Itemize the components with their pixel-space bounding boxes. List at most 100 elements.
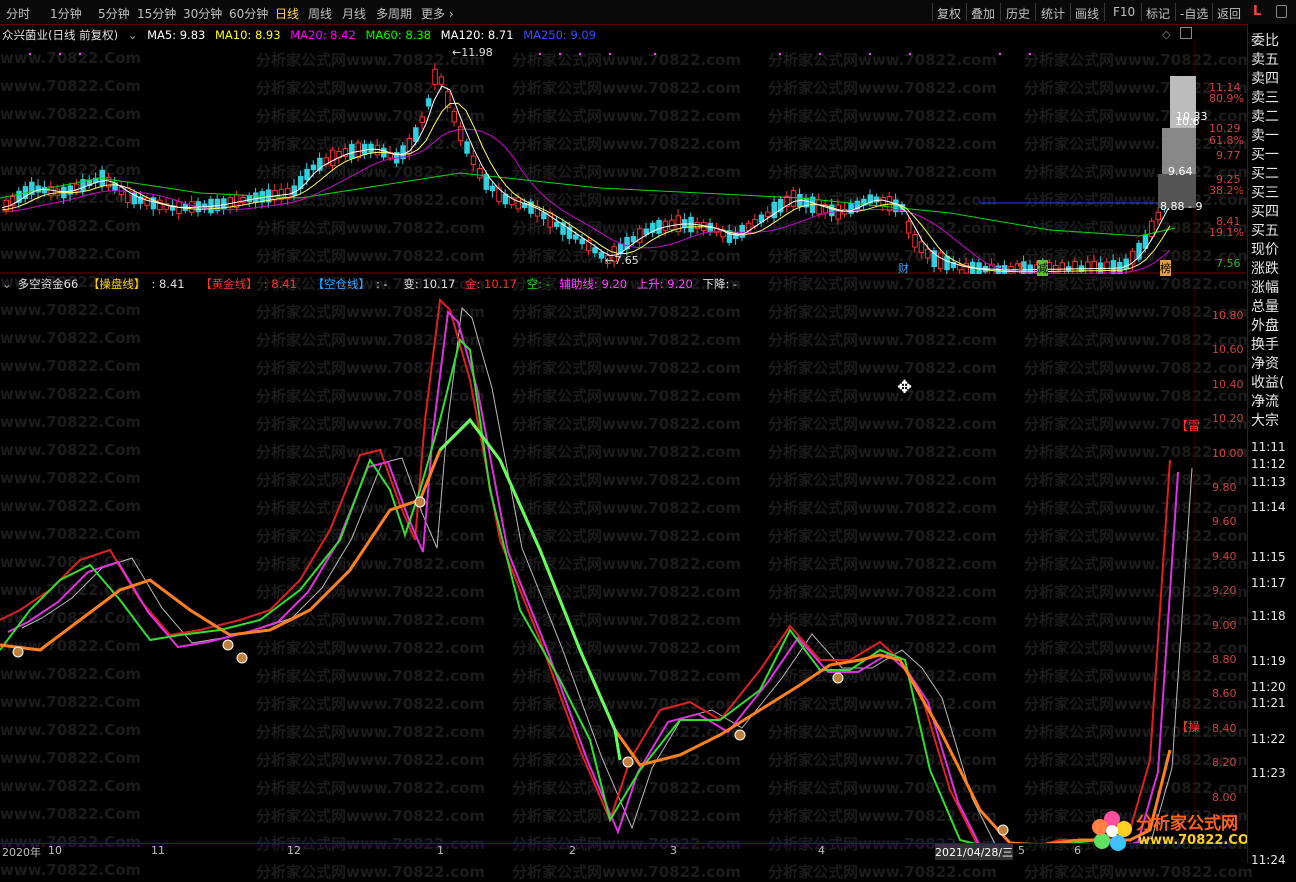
watermark-text: 分析家公式网www.70822.com bbox=[512, 863, 742, 881]
candle-body bbox=[873, 196, 880, 203]
history-button[interactable]: 历史 bbox=[1006, 5, 1030, 22]
tab-fenshi[interactable]: 分时 bbox=[6, 5, 30, 22]
tab-30min[interactable]: 30分钟 bbox=[183, 5, 222, 22]
fuquan-button[interactable]: 复权 bbox=[937, 5, 961, 22]
indicator-axis-label: 10.60 bbox=[1212, 343, 1244, 357]
divider bbox=[1141, 3, 1142, 21]
candle-body bbox=[253, 192, 259, 203]
tab-60min[interactable]: 60分钟 bbox=[229, 5, 268, 22]
date-label: 4 bbox=[818, 844, 825, 857]
watermark-text: 分析家公式网www.70822.com bbox=[256, 863, 486, 881]
indicator-name[interactable]: 多空资金66 bbox=[18, 277, 79, 291]
candle-body bbox=[662, 220, 669, 231]
tab-15min[interactable]: 15分钟 bbox=[137, 5, 176, 22]
event-marker-reduce[interactable]: 减 bbox=[1037, 260, 1048, 276]
candle-body bbox=[1110, 260, 1117, 274]
signal-dot bbox=[28, 52, 32, 56]
quote-field-label: 卖五 bbox=[1251, 52, 1279, 68]
ma60-line bbox=[0, 172, 1176, 237]
back-button[interactable]: 返回 bbox=[1217, 5, 1241, 22]
quote-field-label: 买四 bbox=[1251, 204, 1279, 220]
tab-5min[interactable]: 5分钟 bbox=[98, 5, 130, 22]
watermark-text: www.70822.Com bbox=[0, 861, 142, 879]
indicator-axis-label: 8.40 bbox=[1212, 721, 1237, 735]
date-label: 3 bbox=[670, 844, 677, 857]
badge-title: 分析家公式网 bbox=[1136, 814, 1238, 834]
xiajiang-value: 下降: - bbox=[702, 277, 738, 291]
quote-field-label: 卖四 bbox=[1251, 71, 1279, 87]
quote-field-label: 涨幅 bbox=[1251, 280, 1279, 296]
event-marker-finance[interactable]: 财 bbox=[898, 260, 909, 276]
self-select-button[interactable]: -自选 bbox=[1180, 5, 1208, 22]
top-toolbar: 分时 1分钟 5分钟 15分钟 30分钟 60分钟 日线 周线 月线 多周期 更… bbox=[0, 0, 1296, 25]
candle-body bbox=[765, 211, 771, 217]
coin-icon bbox=[622, 756, 634, 768]
indicator-axis-label: 10.20 bbox=[1212, 412, 1244, 426]
coin-icon bbox=[734, 729, 746, 741]
candle-body bbox=[355, 142, 361, 159]
signal-dot bbox=[653, 52, 657, 56]
event-marker-dollar[interactable]: $ bbox=[1017, 260, 1024, 273]
candle-body bbox=[477, 168, 483, 179]
quote-field-label: 卖一 bbox=[1251, 128, 1279, 144]
indicator-chevron-icon[interactable]: ⌄ bbox=[2, 277, 12, 291]
lei-tag: 【雷 bbox=[1176, 419, 1201, 433]
date-label: 11 bbox=[151, 844, 165, 857]
candle-body bbox=[361, 143, 368, 155]
indicator-axis-label: 9.00 bbox=[1212, 618, 1237, 632]
quote-field-label: 买一 bbox=[1251, 147, 1279, 163]
candle-body bbox=[630, 236, 637, 243]
statistics-button[interactable]: 统计 bbox=[1041, 5, 1065, 22]
candle-body bbox=[669, 219, 675, 230]
tab-1min[interactable]: 1分钟 bbox=[50, 5, 82, 22]
candle-body bbox=[1155, 211, 1161, 221]
signal-dot bbox=[908, 52, 912, 56]
indicator-chart[interactable] bbox=[0, 290, 1246, 843]
price-mark-3: 8.88 - 9 bbox=[1160, 200, 1203, 213]
candle-body bbox=[656, 220, 662, 234]
candle-body bbox=[541, 212, 547, 220]
event-marker-rank[interactable]: 榜 bbox=[1160, 260, 1171, 276]
candle-body bbox=[432, 68, 438, 85]
quote-field-label: 买五 bbox=[1251, 223, 1279, 239]
signal-dot bbox=[58, 52, 62, 56]
candle-body bbox=[681, 219, 688, 228]
tick-time: 11:20 bbox=[1251, 680, 1286, 694]
candle-body bbox=[905, 220, 912, 234]
tab-more[interactable]: 更多 › bbox=[421, 5, 454, 22]
signal-dot bbox=[558, 52, 562, 56]
candle-body bbox=[937, 252, 944, 270]
quote-side-panel: 委比 卖五 卖四 卖三 卖二 卖一 买一 买二 买三 买四 买五 现价 涨跌 涨幅 总量 外盘 换手 净资 收益(净… bbox=[1247, 24, 1296, 867]
candle-body bbox=[483, 174, 489, 190]
low-price-label: ←7.65 bbox=[605, 254, 639, 267]
overlay-button[interactable]: 叠加 bbox=[971, 5, 995, 22]
coin-icon bbox=[236, 652, 248, 664]
indicator-axis-label: 10.00 bbox=[1212, 446, 1244, 460]
chart-area[interactable]: www.70822.Com 分析家公式网www.70822.com 分析家公式网ww… bbox=[0, 24, 1262, 881]
tab-weekly[interactable]: 周线 bbox=[308, 5, 332, 22]
kline-chart[interactable] bbox=[0, 38, 1246, 274]
tick-time: 11:11 bbox=[1251, 440, 1286, 454]
indicator-axis-label: 8.20 bbox=[1212, 756, 1237, 770]
mark-button[interactable]: 标记 bbox=[1146, 5, 1170, 22]
tick-time: 11:22 bbox=[1251, 732, 1286, 746]
move-cursor-icon: ✥ bbox=[897, 377, 913, 398]
candle-body bbox=[349, 143, 355, 159]
date-axis: 2020年 10 11 12 1 2 3 4 2021/04/28/三 5 6 bbox=[0, 843, 1246, 860]
candle-body bbox=[925, 248, 931, 259]
indicator-axis-label: 9.40 bbox=[1212, 549, 1237, 563]
tab-monthly[interactable]: 月线 bbox=[342, 5, 366, 22]
candle-body bbox=[790, 190, 797, 207]
shangsheng-value: 上升: 9.20 bbox=[636, 277, 693, 291]
fuzhu-value: 辅助线: 9.20 bbox=[559, 277, 628, 291]
lock-icon[interactable] bbox=[1276, 5, 1287, 18]
ma20-line bbox=[1, 128, 1171, 274]
operate-line bbox=[0, 417, 1172, 843]
candle-body bbox=[144, 197, 150, 206]
brand-badge: 分析家公式网 www.70822.COM bbox=[1090, 807, 1262, 857]
f10-button[interactable]: F10 bbox=[1113, 5, 1135, 19]
tab-daily[interactable]: 日线 bbox=[275, 5, 299, 22]
candle-body bbox=[592, 247, 598, 254]
draw-line-button[interactable]: 画线 bbox=[1075, 5, 1099, 22]
tab-multi-period[interactable]: 多周期 bbox=[376, 5, 412, 22]
